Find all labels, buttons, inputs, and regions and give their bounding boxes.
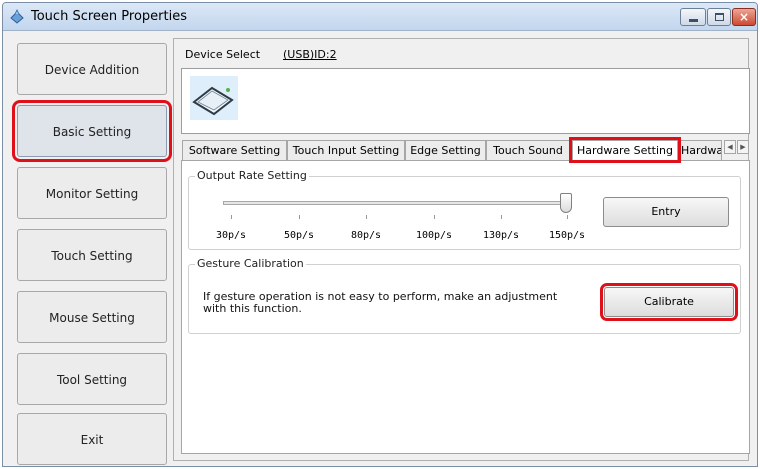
mouse-setting-button[interactable]: Mouse Setting [17, 291, 167, 343]
tool-setting-label: Tool Setting [56, 373, 128, 387]
entry-button[interactable]: Entry [603, 197, 729, 227]
hardware-setting-content: Output Rate Setting 30p/s 50p/s 80p/s 10… [181, 160, 750, 454]
slider-tick [231, 215, 232, 219]
maximize-icon [715, 13, 724, 21]
tick-label: 100p/s [415, 230, 453, 241]
basic-setting-button[interactable]: Basic Setting [12, 100, 172, 162]
maximize-button[interactable] [707, 8, 731, 26]
tab-label: Hardware Setting [577, 144, 673, 157]
slider-tick [501, 215, 502, 219]
tick-label: 30p/s [215, 230, 247, 241]
output-rate-group: Output Rate Setting 30p/s 50p/s 80p/s 10… [188, 169, 741, 250]
entry-button-label: Entry [651, 205, 681, 218]
touch-setting-button[interactable]: Touch Setting [17, 229, 167, 281]
device-select-label: Device Select [185, 48, 261, 61]
tab-scroll-left-button[interactable]: ◀ [724, 140, 736, 154]
tab-hardware-overflow[interactable]: Hardwa [680, 140, 722, 160]
monitor-setting-button[interactable]: Monitor Setting [17, 167, 167, 219]
tick-label: 50p/s [283, 230, 315, 241]
chevron-left-icon: ◀ [727, 143, 733, 151]
output-rate-title: Output Rate Setting [195, 169, 309, 182]
basic-setting-label: Basic Setting [52, 125, 132, 139]
output-rate-slider-thumb[interactable] [560, 193, 572, 213]
touch-screen-app-icon [10, 9, 24, 24]
tick-label: 150p/s [548, 230, 586, 241]
gesture-calibration-title: Gesture Calibration [195, 257, 306, 270]
device-list[interactable] [181, 68, 750, 134]
close-button[interactable]: × [732, 8, 756, 26]
tab-edge-setting[interactable]: Edge Setting [405, 140, 486, 160]
calibrate-button-label: Calibrate [644, 295, 694, 308]
gesture-description: If gesture operation is not easy to perf… [203, 290, 558, 315]
tab-software-setting[interactable]: Software Setting [182, 140, 287, 160]
device-id-link[interactable]: (USB)ID:2 [283, 48, 337, 61]
title-bar[interactable]: Touch Screen Properties × [3, 3, 757, 31]
touch-panel-icon[interactable] [190, 76, 238, 120]
tab-label: Hardwa [681, 144, 722, 157]
device-addition-label: Device Addition [44, 63, 140, 77]
monitor-setting-label: Monitor Setting [45, 187, 139, 201]
slider-tick [366, 215, 367, 219]
slider-tick [567, 215, 568, 219]
gesture-calibration-group: Gesture Calibration If gesture operation… [188, 257, 741, 334]
tick-label: 130p/s [482, 230, 520, 241]
chevron-right-icon: ▶ [740, 143, 746, 151]
tab-scroll-right-button[interactable]: ▶ [737, 140, 749, 154]
tab-touch-sound[interactable]: Touch Sound [486, 140, 570, 160]
tab-label: Edge Setting [410, 144, 481, 157]
exit-button[interactable]: Exit [17, 413, 167, 465]
tool-setting-button[interactable]: Tool Setting [17, 353, 167, 405]
tab-label: Software Setting [188, 144, 281, 157]
window-title: Touch Screen Properties [31, 9, 187, 24]
touch-setting-label: Touch Setting [51, 249, 133, 263]
tab-label: Touch Input Setting [292, 144, 400, 157]
mouse-setting-label: Mouse Setting [49, 311, 135, 325]
slider-tick [434, 215, 435, 219]
tick-label: 80p/s [350, 230, 382, 241]
tab-label: Touch Sound [493, 144, 563, 157]
device-addition-button[interactable]: Device Addition [17, 43, 167, 95]
tab-hardware-setting[interactable]: Hardware Setting [569, 137, 681, 163]
output-rate-slider-track[interactable] [223, 201, 568, 205]
minimize-icon [689, 19, 698, 22]
calibrate-button[interactable]: Calibrate [600, 283, 738, 321]
slider-tick [299, 215, 300, 219]
minimize-button[interactable] [680, 8, 706, 26]
exit-label: Exit [80, 433, 104, 447]
tab-touch-input-setting[interactable]: Touch Input Setting [287, 140, 405, 160]
close-icon: × [738, 10, 750, 24]
